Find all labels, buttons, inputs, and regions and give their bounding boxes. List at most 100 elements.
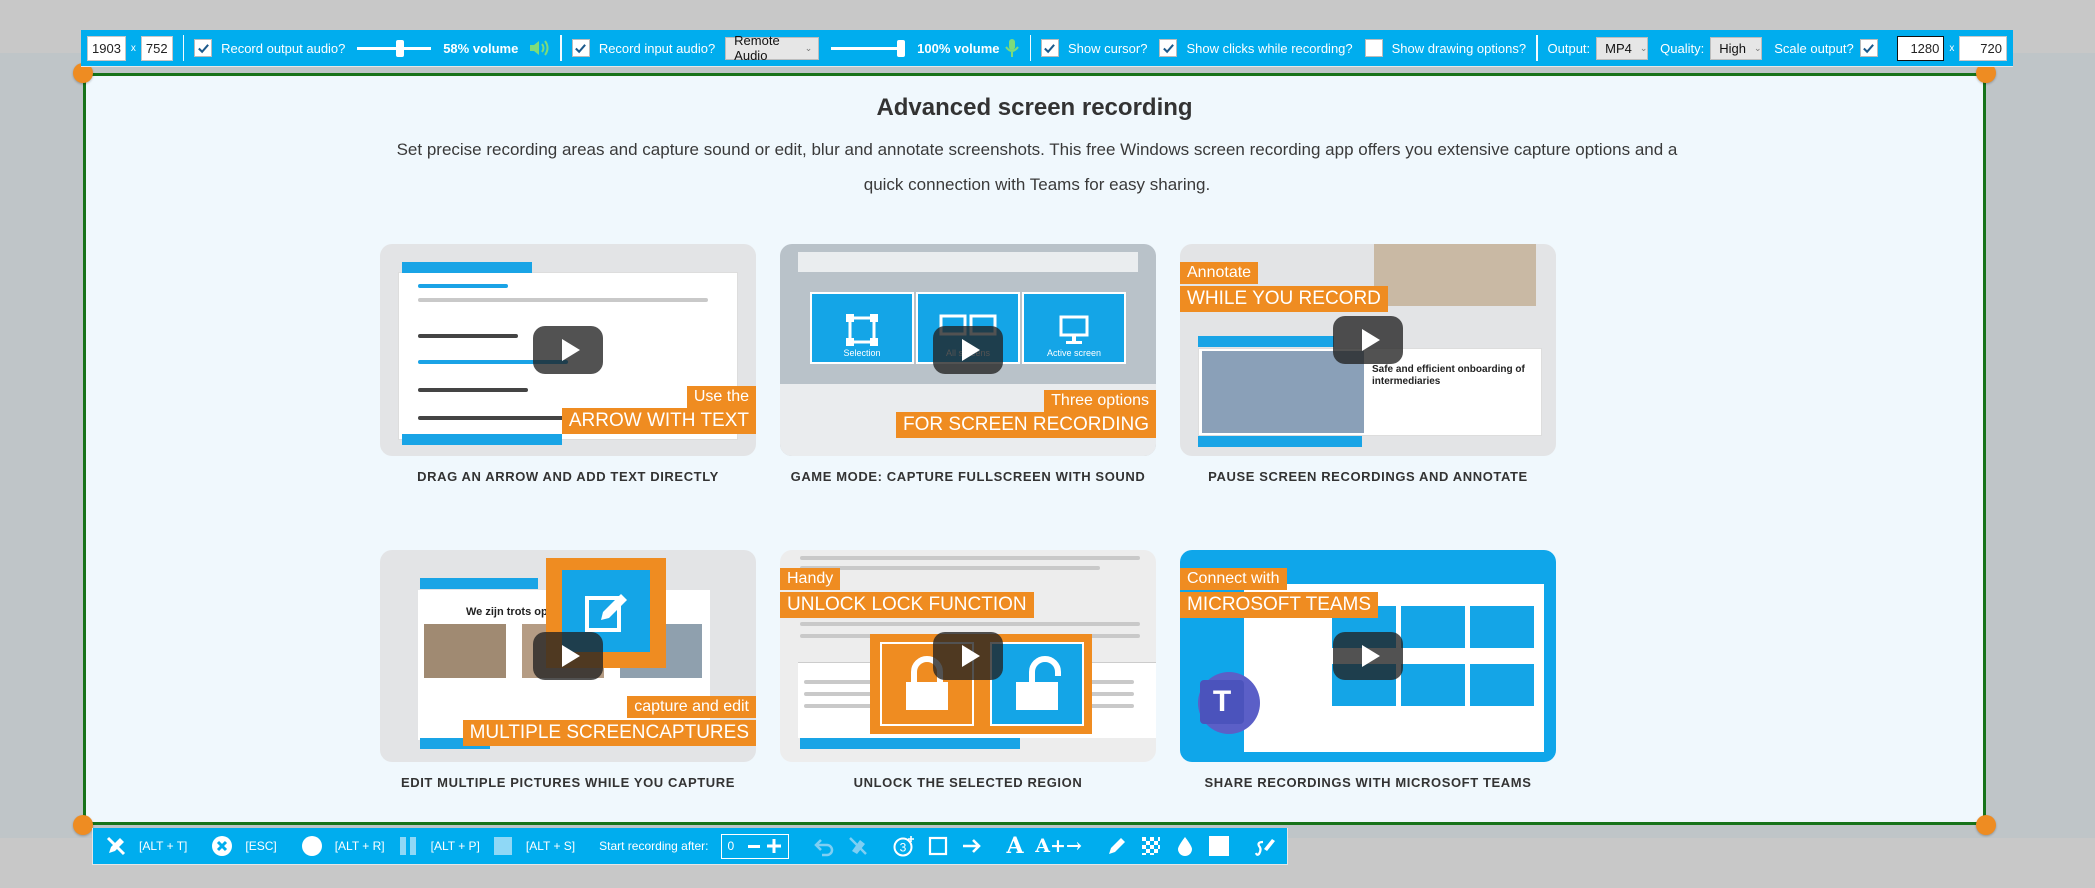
tag-big: WHILE YOU RECORD [1180, 286, 1388, 312]
plus-icon[interactable] [766, 835, 782, 857]
mini-toolbar [1198, 436, 1362, 447]
undo-icon[interactable] [813, 835, 835, 857]
quality-value: High [1719, 40, 1746, 56]
video-caption: UNLOCK THE SELECTED REGION [853, 775, 1083, 790]
show-drawing-options-checkbox[interactable] [1364, 39, 1383, 57]
video-caption: GAME MODE: CAPTURE FULLSCREEN WITH SOUND [790, 469, 1146, 484]
dimension-separator: x [130, 42, 136, 54]
mock-text [800, 622, 1140, 626]
blur-drop-icon[interactable] [1174, 835, 1196, 857]
input-device-select[interactable]: Remote Audio ⌄ [725, 33, 820, 63]
resize-handle-bottom-right[interactable] [1976, 815, 1996, 835]
close-shortcut: [ESC] [245, 839, 277, 853]
pixelate-icon[interactable] [1140, 835, 1162, 857]
chevron-down-icon: ⌄ [1753, 42, 1762, 53]
rectangle-tool-icon[interactable] [927, 835, 949, 857]
selection-tile: Selection [810, 292, 914, 364]
video-card[interactable]: We zijn trots op o capture and edit MULT… [380, 550, 756, 790]
quality-select[interactable]: High ⌄ [1710, 36, 1763, 60]
microphone-icon[interactable] [1004, 38, 1020, 58]
video-thumbnail[interactable]: Selection All screens Active screen Thre… [780, 244, 1156, 456]
scale-height-input[interactable]: 720 [1959, 35, 2007, 61]
region-height-input[interactable]: 752 [140, 35, 173, 61]
pause-icon[interactable] [397, 835, 419, 857]
mock-heading: Safe and efficient onboarding of interme… [1372, 364, 1525, 387]
tag-small: capture and edit [627, 696, 756, 718]
record-input-audio-checkbox[interactable] [571, 39, 590, 57]
text-arrow-tool-icon[interactable]: A+→ [1035, 835, 1082, 857]
toolbar-divider [182, 35, 185, 61]
output-volume-slider[interactable] [357, 38, 432, 58]
draw-freehand-icon[interactable] [1254, 835, 1276, 857]
start-delay-stepper[interactable]: 0 [720, 833, 789, 859]
text-tool-icon[interactable]: A [1007, 833, 1024, 859]
show-clicks-label: Show clicks while recording? [1186, 40, 1353, 56]
active-screen-tile [1401, 664, 1465, 706]
minus-icon[interactable] [747, 835, 761, 857]
output-format-value: MP4 [1605, 40, 1632, 56]
region-width-input[interactable]: 1903 [87, 35, 126, 61]
record-output-audio-checkbox[interactable] [194, 39, 213, 57]
video-card[interactable]: Selection All screens Active screen Thre… [780, 244, 1156, 484]
video-card[interactable]: Use the ARROW WITH TEXT DRAG AN ARROW AN… [380, 244, 756, 484]
video-card[interactable]: T Connect with MICROSOFT TEAMS SHARE REC… [1180, 550, 1556, 790]
tag-big: FOR SCREEN RECORDING [896, 412, 1156, 438]
mock-text [418, 416, 568, 420]
hide-tools-icon[interactable] [105, 835, 127, 857]
play-button-icon[interactable] [1333, 316, 1403, 364]
video-thumbnail[interactable]: Use the ARROW WITH TEXT [380, 244, 756, 456]
scale-width-input[interactable]: 1280 [1896, 35, 1945, 61]
page-title: Advanced screen recording [876, 94, 1193, 121]
scale-output-checkbox[interactable] [1859, 39, 1878, 57]
recording-region[interactable]: Advanced screen recording Set precise re… [83, 73, 1986, 825]
mock-text [800, 566, 1100, 570]
play-button-icon[interactable] [933, 632, 1003, 680]
video-thumbnail[interactable]: Safe and efficient onboarding of interme… [1180, 244, 1556, 456]
record-icon[interactable] [301, 835, 323, 857]
video-caption: SHARE RECORDINGS WITH MICROSOFT TEAMS [1204, 775, 1532, 790]
page-description: Set precise recording areas and capture … [396, 140, 1678, 194]
video-thumbnail[interactable]: T Connect with MICROSOFT TEAMS [1180, 550, 1556, 762]
active-screen-tile: Active screen [1022, 292, 1126, 364]
slider-thumb[interactable] [897, 40, 906, 57]
mock-nav [798, 252, 1138, 272]
highlighter-icon[interactable] [1106, 835, 1128, 857]
resize-handle-bottom-left[interactable] [73, 815, 93, 835]
start-delay-value[interactable]: 0 [728, 839, 744, 853]
teams-icon: T [1200, 680, 1244, 724]
checkmark-icon [1163, 43, 1174, 53]
stop-icon[interactable] [492, 835, 514, 857]
slider-thumb[interactable] [395, 40, 404, 57]
slider-track [831, 47, 906, 50]
speaker-icon[interactable] [528, 39, 550, 57]
video-thumbnail[interactable]: We zijn trots op o capture and edit MULT… [380, 550, 756, 762]
video-card[interactable]: Safe and efficient onboarding of interme… [1180, 244, 1556, 484]
play-button-icon[interactable] [1333, 632, 1403, 680]
clear-drawings-icon[interactable] [847, 835, 869, 857]
video-thumbnail[interactable]: Handy UNLOCK LOCK FUNCTION [780, 550, 1156, 762]
selection-icon [846, 314, 878, 346]
tag-big: ARROW WITH TEXT [561, 408, 756, 434]
slider-track [357, 47, 432, 50]
play-button-icon[interactable] [533, 326, 603, 374]
arrow-tool-icon[interactable] [961, 835, 983, 857]
output-format-select[interactable]: MP4 ⌄ [1596, 36, 1649, 60]
mock-heading [418, 284, 508, 288]
stop-shortcut: [ALT + S] [525, 839, 576, 853]
play-button-icon[interactable] [533, 632, 603, 680]
mock-text [418, 388, 528, 392]
mock-photo [424, 624, 506, 678]
svg-text:3: 3 [899, 841, 906, 855]
countdown-icon[interactable]: 3 [893, 835, 915, 857]
input-volume-slider[interactable] [831, 38, 906, 58]
show-clicks-checkbox[interactable] [1159, 39, 1178, 57]
play-button-icon[interactable] [933, 326, 1003, 374]
video-card[interactable]: Handy UNLOCK LOCK FUNCTION UNLOCK THE SE… [780, 550, 1156, 790]
close-icon[interactable] [211, 835, 233, 857]
show-cursor-checkbox[interactable] [1040, 39, 1059, 57]
show-cursor-label: Show cursor? [1067, 40, 1148, 56]
mini-toolbar [402, 262, 532, 273]
record-input-audio-label: Record input audio? [598, 40, 716, 56]
fill-rectangle-icon[interactable] [1208, 835, 1230, 857]
monitor-icon [1059, 315, 1089, 344]
